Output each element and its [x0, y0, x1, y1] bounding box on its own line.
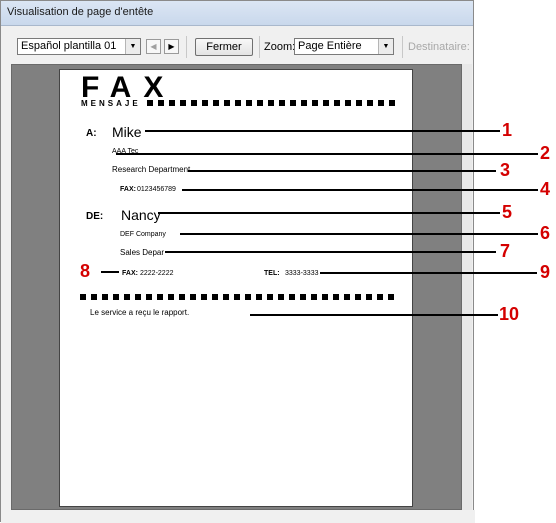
- from-fax-number: 2222-2222: [140, 270, 174, 277]
- callout-leader-4: [182, 189, 538, 191]
- callout-leader-10: [250, 314, 498, 316]
- status-strip: [1, 510, 475, 523]
- from-department: Sales Depar: [120, 248, 165, 257]
- from-fax-label: FAX:: [122, 270, 138, 277]
- callout-1: 1: [502, 120, 513, 140]
- callout-leader-2: [116, 153, 538, 155]
- from-name: Nancy: [121, 207, 161, 223]
- callout-leader-7: [165, 251, 496, 253]
- previous-page-button[interactable]: ◀: [146, 39, 161, 54]
- callout-leader-9: [320, 272, 537, 274]
- decorative-squares-top: [147, 100, 399, 106]
- callout-4: 4: [540, 179, 551, 199]
- chevron-down-icon[interactable]: ▼: [125, 39, 140, 54]
- title-bar: Visualisation de page d'entête: [1, 1, 473, 26]
- callout-2: 2: [540, 143, 551, 163]
- cover-subtitle: MENSAJE: [81, 99, 141, 108]
- callout-leader-1: [145, 130, 500, 132]
- callout-7: 7: [500, 241, 511, 261]
- callout-8: 8: [80, 261, 91, 281]
- toolbar: Español plantilla 01 ▼ ◀ ▶ Fermer Zoom: …: [1, 27, 473, 63]
- recipient-label: Destinataire:: [408, 41, 470, 53]
- callout-leader-6: [180, 233, 538, 235]
- toolbar-divider: [186, 36, 187, 58]
- to-name: Mike: [112, 124, 142, 140]
- triangle-right-icon: ▶: [168, 42, 175, 51]
- callout-leader-5: [158, 212, 500, 214]
- toolbar-divider: [259, 36, 260, 58]
- callout-leader-8: [101, 271, 119, 273]
- callout-9: 9: [540, 262, 551, 282]
- callout-3: 3: [500, 160, 511, 180]
- decorative-squares-middle: [80, 294, 398, 300]
- cover-comment: Le service a reçu le rapport.: [90, 308, 190, 317]
- callout-5: 5: [502, 202, 513, 222]
- from-tel-number: 3333-3333: [285, 270, 319, 277]
- next-page-button[interactable]: ▶: [164, 39, 179, 54]
- window-title: Visualisation de page d'entête: [7, 6, 154, 18]
- triangle-left-icon: ◀: [150, 42, 157, 51]
- zoom-label: Zoom:: [264, 41, 296, 53]
- chevron-down-icon[interactable]: ▼: [378, 39, 393, 54]
- close-button[interactable]: Fermer: [195, 38, 253, 56]
- zoom-select-value: Page Entière: [298, 40, 362, 52]
- from-tel-label: TEL:: [264, 270, 280, 277]
- to-label: A:: [86, 128, 97, 139]
- from-label: DE:: [86, 211, 104, 222]
- callout-leader-3: [188, 170, 496, 172]
- zoom-select[interactable]: Page Entière ▼: [294, 38, 394, 55]
- from-company: DEF Company: [120, 231, 166, 238]
- to-fax-number: 0123456789: [137, 186, 176, 193]
- callout-6: 6: [540, 223, 551, 243]
- to-department: Research Department: [112, 165, 191, 174]
- to-fax-label: FAX:: [120, 186, 136, 193]
- template-select-value: Español plantilla 01: [21, 40, 117, 52]
- callout-10: 10: [499, 304, 520, 324]
- toolbar-divider: [402, 36, 403, 58]
- template-select[interactable]: Español plantilla 01 ▼: [17, 38, 141, 55]
